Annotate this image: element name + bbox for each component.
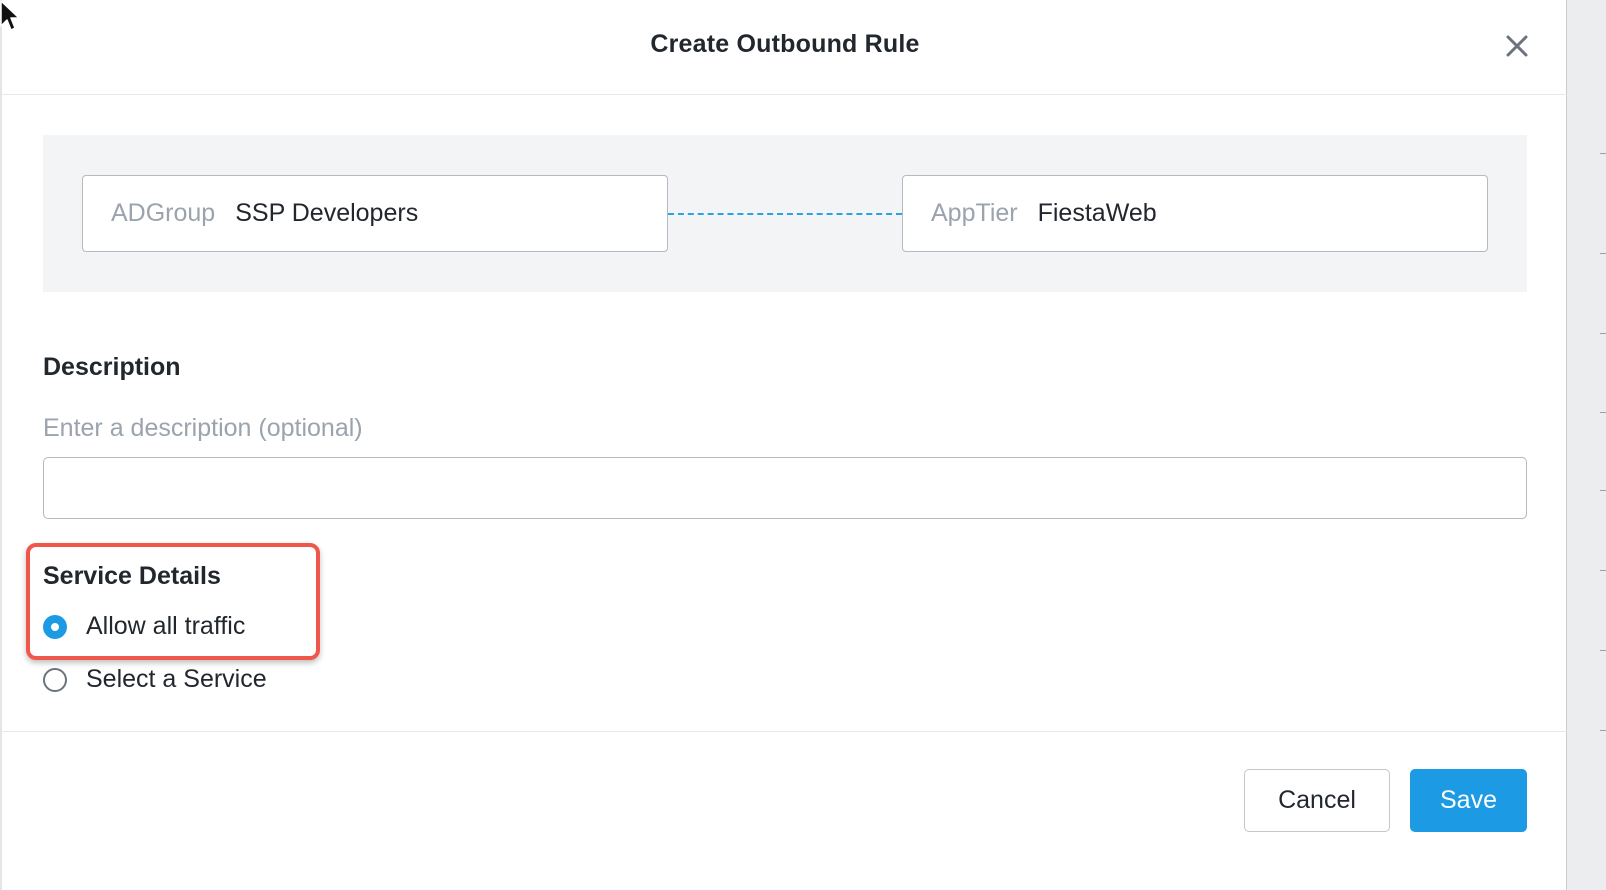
radio-allow-all-traffic[interactable]: Allow all traffic: [43, 612, 245, 641]
description-label: Description: [43, 353, 181, 381]
destination-entity-type: AppTier: [931, 199, 1018, 227]
background-tick: [1600, 333, 1606, 334]
mouse-cursor-icon: [0, 0, 20, 31]
close-icon[interactable]: [1502, 31, 1532, 61]
description-input[interactable]: [43, 457, 1527, 519]
save-button[interactable]: Save: [1410, 769, 1527, 832]
create-outbound-rule-dialog: Create Outbound Rule ADGroup SSP Develop…: [0, 0, 1568, 890]
background-tick: [1600, 153, 1606, 154]
radio-label: Select a Service: [86, 665, 267, 693]
destination-entity-box[interactable]: AppTier FiestaWeb: [902, 175, 1488, 252]
dialog-header: Create Outbound Rule: [2, 0, 1568, 95]
destination-entity-name: FiestaWeb: [1037, 199, 1157, 227]
source-entity-type: ADGroup: [111, 199, 216, 227]
background-tick: [1600, 253, 1606, 254]
source-entity-name: SSP Developers: [235, 199, 419, 227]
background-tick: [1600, 490, 1606, 491]
background-tick: [1600, 730, 1606, 731]
radio-unchecked-icon[interactable]: [43, 667, 67, 692]
flow-connector-line: [668, 213, 902, 215]
annotation-highlight-box: [26, 543, 320, 660]
radio-checked-icon[interactable]: [43, 614, 67, 639]
dialog-title: Create Outbound Rule: [650, 30, 920, 58]
source-entity-box[interactable]: ADGroup SSP Developers: [82, 175, 668, 252]
cancel-button[interactable]: Cancel: [1244, 769, 1390, 832]
background-tick: [1600, 650, 1606, 651]
rule-flow-panel: ADGroup SSP Developers AppTier FiestaWeb: [43, 135, 1527, 292]
description-hint: Enter a description (optional): [43, 414, 363, 442]
footer-divider: [2, 731, 1568, 732]
background-page-edge: [1566, 0, 1606, 890]
radio-select-a-service[interactable]: Select a Service: [43, 665, 267, 694]
background-tick: [1600, 412, 1606, 413]
background-tick: [1600, 570, 1606, 571]
service-details-label: Service Details: [43, 562, 221, 590]
radio-label: Allow all traffic: [86, 612, 246, 640]
